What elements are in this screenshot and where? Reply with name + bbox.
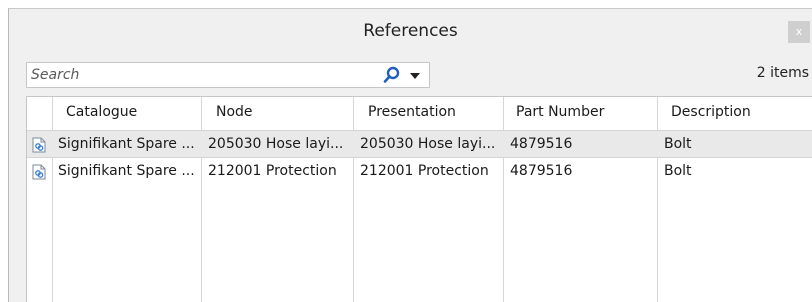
column-header-presentation[interactable]: Presentation	[368, 104, 456, 120]
table-row[interactable]: Signifikant Spare ... 212001 Protection …	[27, 158, 812, 186]
references-table: Catalogue Node Presentation Part Number …	[26, 96, 812, 302]
column-header-description[interactable]: Description	[671, 104, 751, 120]
cell-presentation: 205030 Hose layi...	[360, 136, 496, 152]
close-button[interactable]: x	[788, 21, 810, 43]
cell-part-number: 4879516	[510, 136, 573, 152]
cell-catalogue: Signifikant Spare ...	[58, 163, 195, 179]
table-header: Catalogue Node Presentation Part Number …	[27, 97, 812, 129]
cell-node: 212001 Protection	[208, 163, 337, 179]
title-bar: References x	[9, 9, 812, 55]
item-count: 2 items	[756, 65, 809, 81]
references-window: References x 2 items Catalogue Node Pres…	[8, 8, 812, 302]
column-header-node[interactable]: Node	[216, 104, 253, 120]
table-row[interactable]: Signifikant Spare ... 205030 Hose layi..…	[27, 130, 812, 158]
document-link-icon	[32, 137, 46, 153]
cell-catalogue: Signifikant Spare ...	[58, 136, 195, 152]
search-input[interactable]	[31, 65, 371, 85]
column-header-catalogue[interactable]: Catalogue	[66, 104, 137, 120]
window-title: References	[363, 21, 458, 41]
document-link-icon	[32, 164, 46, 180]
cell-description: Bolt	[664, 136, 692, 152]
search-icon[interactable]	[383, 66, 401, 84]
cell-description: Bolt	[664, 163, 692, 179]
column-header-part-number[interactable]: Part Number	[516, 104, 604, 120]
toolbar: 2 items	[26, 62, 812, 88]
cell-part-number: 4879516	[510, 163, 573, 179]
cell-node: 205030 Hose layi...	[208, 136, 344, 152]
chevron-down-icon[interactable]	[409, 71, 421, 81]
search-box[interactable]	[26, 62, 430, 88]
cell-presentation: 212001 Protection	[360, 163, 489, 179]
